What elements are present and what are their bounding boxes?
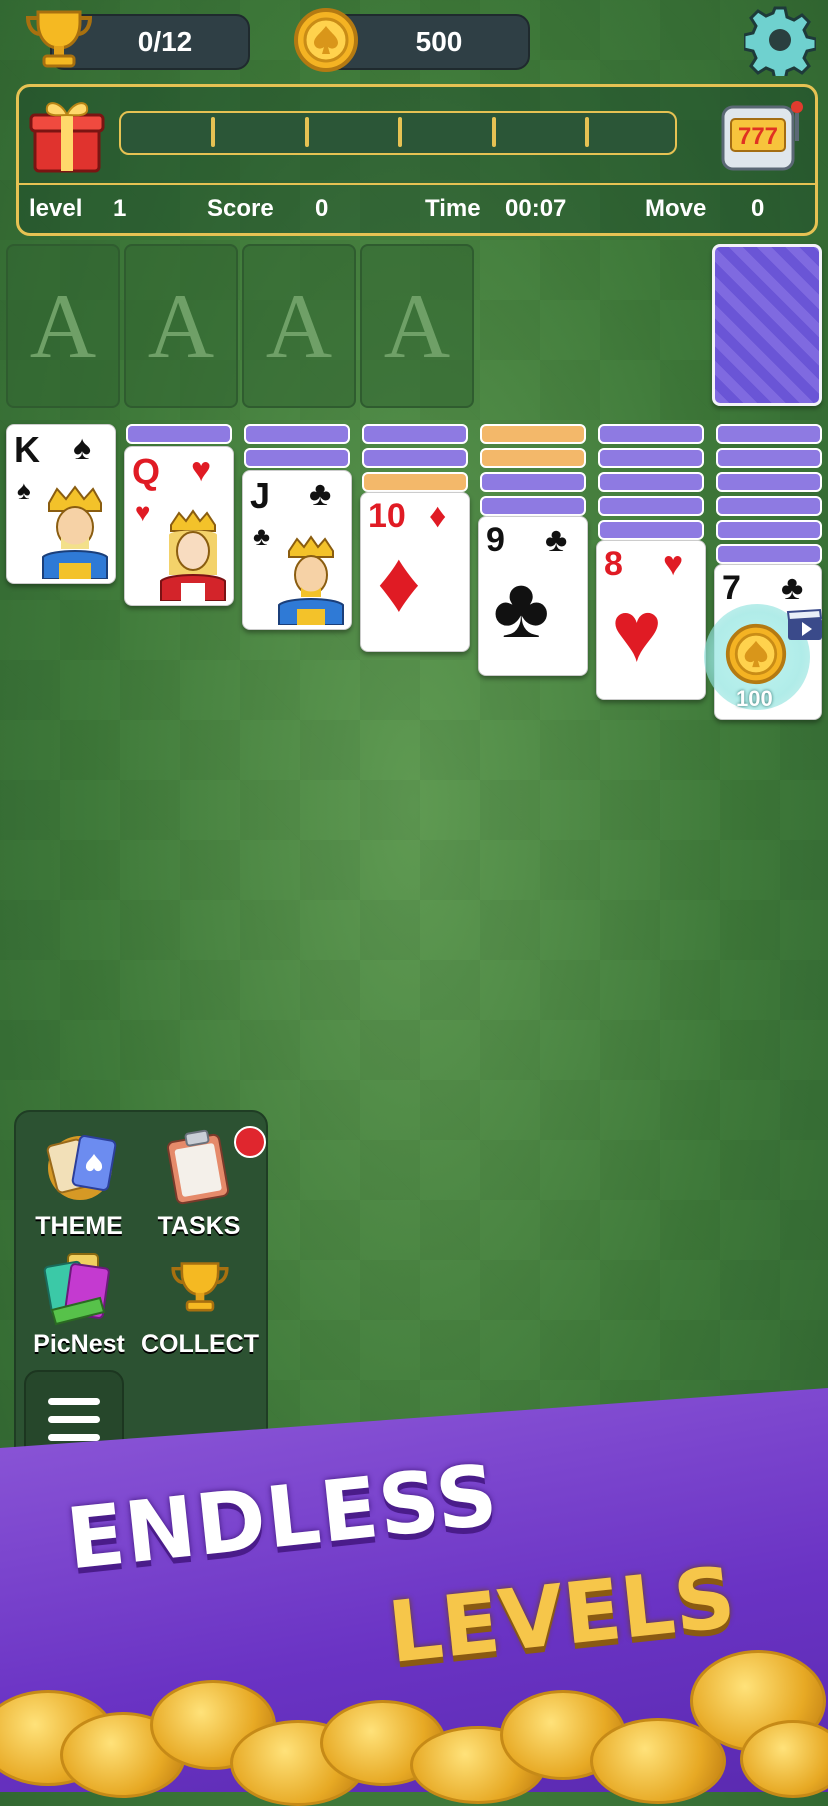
settings-gear-icon[interactable] xyxy=(744,4,816,76)
menu-icon xyxy=(48,1398,100,1441)
stats-row: level 1 Score 0 Time 00:07 Move 0 xyxy=(19,183,815,231)
card-suit: ♦ xyxy=(429,497,447,535)
progress-tick xyxy=(585,117,589,147)
card-suit: ♥ xyxy=(191,451,212,489)
tableau-card-jack-clubs[interactable]: J ♣ ♣ xyxy=(242,470,352,630)
trophy-icon xyxy=(25,10,93,68)
time-label: Time xyxy=(425,195,481,222)
side-menu-panel: THEME TASKS PicNest COLLECT xyxy=(14,1110,268,1479)
face-down-card xyxy=(598,448,704,468)
level-value: 1 xyxy=(113,195,127,222)
card-suit-large: ♣ xyxy=(493,560,550,656)
tasks-button[interactable]: TASKS xyxy=(140,1126,266,1252)
tasks-label: TASKS xyxy=(157,1212,241,1240)
face-down-card xyxy=(716,472,822,492)
slot-machine-icon[interactable]: 777 xyxy=(719,93,805,175)
foundation-pile[interactable]: A xyxy=(360,244,474,408)
face-down-card xyxy=(362,472,468,492)
picnest-gallery-icon xyxy=(43,1253,110,1326)
face-down-card xyxy=(716,424,822,444)
theme-label: THEME xyxy=(35,1212,123,1240)
face-down-card xyxy=(480,472,586,492)
tableau-card-king-spades[interactable]: K ♠ ♠ xyxy=(6,424,116,584)
gift-icon[interactable] xyxy=(29,95,105,175)
card-suit: ♣ xyxy=(545,521,568,559)
score-value: 0 xyxy=(315,195,329,222)
card-rank: 10 xyxy=(368,497,406,535)
tableau-card-nine-clubs[interactable]: 9 ♣ ♣ xyxy=(478,516,588,676)
face-down-card xyxy=(480,448,586,468)
face-down-card xyxy=(362,448,468,468)
card-rank: K xyxy=(14,429,40,470)
face-down-card xyxy=(244,424,350,444)
picnest-label: PicNest xyxy=(33,1330,125,1358)
score-label: Score xyxy=(207,195,274,222)
card-rank: Q xyxy=(132,451,161,492)
card-rank: 7 xyxy=(722,569,741,607)
progress-bar xyxy=(119,111,677,155)
face-down-card xyxy=(716,448,822,468)
progress-tick xyxy=(492,117,496,147)
card-suit-large: ♥ xyxy=(611,584,663,680)
progress-tick xyxy=(211,117,215,147)
video-clapper-icon xyxy=(786,608,823,640)
reward-amount: 100 xyxy=(736,686,773,711)
collect-trophy-icon xyxy=(171,1262,229,1312)
collect-label: COLLECT xyxy=(140,1330,260,1358)
queen-face-icon xyxy=(160,509,226,601)
card-rank: J xyxy=(250,475,271,516)
face-down-card xyxy=(126,424,232,444)
card-rank: 9 xyxy=(486,521,505,559)
face-down-card xyxy=(598,472,704,492)
card-suit: ♣ xyxy=(309,475,332,513)
tasks-clipboard-icon xyxy=(166,1129,230,1205)
reward-coin-icon xyxy=(725,623,787,685)
trophy-progress: 0/12 xyxy=(137,26,193,57)
collect-button[interactable]: COLLECT xyxy=(140,1252,262,1370)
face-down-card xyxy=(716,544,822,564)
card-suit: ♠ xyxy=(73,429,92,467)
face-down-card xyxy=(362,424,468,444)
progress-tick xyxy=(305,117,309,147)
move-value: 0 xyxy=(751,195,765,222)
level-progress-panel: 777 level 1 Score 0 Time 00:07 Move 0 xyxy=(16,84,818,236)
face-down-card xyxy=(480,424,586,444)
face-down-card xyxy=(598,496,704,516)
stock-pile[interactable] xyxy=(712,244,822,406)
face-down-card xyxy=(716,496,822,516)
notification-badge xyxy=(234,1126,266,1158)
card-suit-small: ♥ xyxy=(135,497,151,527)
move-label: Move xyxy=(645,195,707,222)
level-label: level xyxy=(29,195,83,222)
card-suit: ♥ xyxy=(663,545,684,583)
svg-text:777: 777 xyxy=(738,123,778,150)
tableau-card-ten-diamonds[interactable]: 10 ♦ ♦ xyxy=(360,492,470,652)
face-down-card xyxy=(716,520,822,540)
card-suit-small: ♠ xyxy=(17,475,31,505)
face-down-card xyxy=(480,496,586,516)
tableau-card-queen-hearts[interactable]: Q ♥ ♥ xyxy=(124,446,234,606)
coin-icon xyxy=(294,8,358,72)
progress-tick xyxy=(398,117,402,147)
face-down-card xyxy=(598,520,704,540)
time-value: 00:07 xyxy=(505,195,567,222)
card-suit-small: ♣ xyxy=(253,521,271,551)
coin-balance: 500 xyxy=(415,26,463,57)
foundation-pile[interactable]: A xyxy=(242,244,356,408)
foundation-pile[interactable]: A xyxy=(124,244,238,408)
picnest-button[interactable]: PicNest xyxy=(20,1252,138,1370)
foundation-pile[interactable]: A xyxy=(6,244,120,408)
face-down-card xyxy=(598,424,704,444)
theme-cards-icon xyxy=(46,1135,117,1200)
jack-face-icon xyxy=(278,535,344,625)
face-down-card xyxy=(244,448,350,468)
card-suit: ♣ xyxy=(781,569,804,607)
card-rank: 8 xyxy=(604,545,623,583)
card-suit-large: ♦ xyxy=(377,534,421,630)
theme-button[interactable]: THEME xyxy=(20,1128,138,1252)
tableau-card-eight-hearts[interactable]: 8 ♥ ♥ xyxy=(596,540,706,700)
king-face-icon xyxy=(42,485,108,579)
